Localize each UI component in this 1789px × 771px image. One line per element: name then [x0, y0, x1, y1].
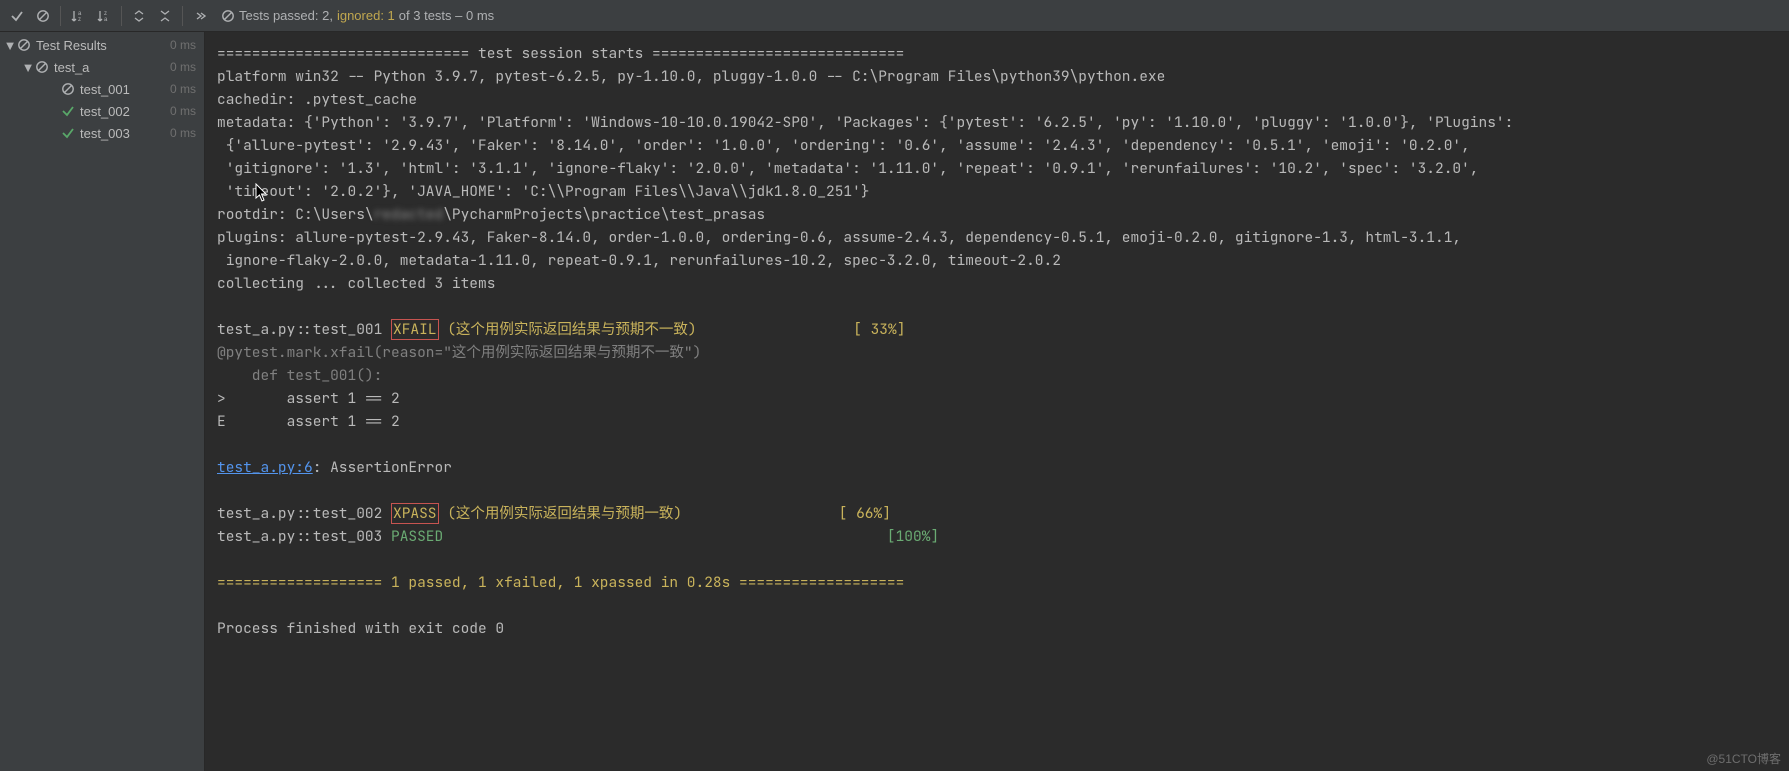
console-line: [100%]: [443, 527, 939, 546]
chevron-down-icon: ▼: [4, 38, 16, 53]
console-line: test_a.py::test_002: [217, 504, 391, 523]
status-text-suffix: of 3 tests – 0 ms: [399, 8, 494, 23]
console-line: (这个用例实际返回结果与预期一致) [ 66%]: [439, 504, 891, 523]
show-ignored-button[interactable]: [30, 3, 56, 29]
pass-icon: [60, 104, 76, 118]
tree-root-row[interactable]: ▼ Test Results 0 ms: [0, 34, 204, 56]
sort-by-duration-button[interactable]: za: [91, 3, 117, 29]
watermark-text: @51CTO博客: [1706, 750, 1781, 767]
tree-test-time: 0 ms: [170, 126, 196, 140]
tree-suite-time: 0 ms: [170, 60, 196, 74]
console-line: def test_001():: [217, 366, 382, 385]
console-exit: Process finished with exit code 0: [217, 619, 504, 638]
console-line: collecting ... collected 3 items: [217, 274, 495, 293]
console-line: @pytest.mark.xfail(reason="这个用例实际返回结果与预期…: [217, 343, 701, 362]
toolbar-separator: [121, 6, 122, 26]
tree-test-time: 0 ms: [170, 104, 196, 118]
tree-suite-row[interactable]: ▼ test_a 0 ms: [0, 56, 204, 78]
console-line: cachedir: .pytest_cache: [217, 90, 417, 109]
console-line: \PycharmProjects\practice\test_prasas: [443, 205, 765, 224]
console-line: > assert 1 == 2: [217, 389, 400, 408]
test-runner-toolbar: az za Tests passed: 2, ignored: 1 of 3 t…: [0, 0, 1789, 32]
console-line: 'gitignore': '1.3', 'html': '3.1.1', 'ig…: [217, 159, 1479, 178]
console-line: rootdir: C:\Users\: [217, 205, 374, 224]
expand-all-button[interactable]: [126, 3, 152, 29]
skip-icon: [34, 60, 50, 74]
console-line: (这个用例实际返回结果与预期不一致) [ 33%]: [439, 320, 906, 339]
main-area: ▼ Test Results 0 ms ▼ test_a 0 ms test_0…: [0, 32, 1789, 771]
tree-test-label: test_002: [80, 104, 170, 119]
test-status-bar: Tests passed: 2, ignored: 1 of 3 tests –…: [221, 8, 494, 23]
toolbar-separator: [60, 6, 61, 26]
show-passed-button[interactable]: [4, 3, 30, 29]
console-line: ignore-flaky-2.0.0, metadata-1.11.0, rep…: [217, 251, 1061, 270]
status-text-prefix: Tests passed: 2,: [239, 8, 333, 23]
console-output[interactable]: ============================= test sessi…: [205, 32, 1789, 771]
skip-icon: [221, 9, 235, 23]
toolbar-separator: [182, 6, 183, 26]
console-line: metadata: {'Python': '3.9.7', 'Platform'…: [217, 113, 1513, 132]
chevron-down-icon: ▼: [22, 60, 34, 75]
tree-test-label: test_001: [80, 82, 170, 97]
svg-text:z: z: [78, 17, 81, 23]
tree-test-label: test_003: [80, 126, 170, 141]
file-link[interactable]: test_a.py:6: [217, 458, 313, 477]
xpass-badge: XPASS: [391, 503, 439, 524]
sort-alphabetically-button[interactable]: az: [65, 3, 91, 29]
console-line: plugins: allure-pytest-2.9.43, Faker-8.1…: [217, 228, 1461, 247]
collapse-all-button[interactable]: [152, 3, 178, 29]
console-line: test_a.py::test_001: [217, 320, 391, 339]
xfail-badge: XFAIL: [391, 319, 439, 340]
pass-icon: [60, 126, 76, 140]
tree-test-row[interactable]: test_003 0 ms: [0, 122, 204, 144]
tree-root-time: 0 ms: [170, 38, 196, 52]
skip-icon: [60, 82, 76, 96]
console-line: 'timeout': '2.0.2'}, 'JAVA_HOME': 'C:\\P…: [217, 182, 870, 201]
console-line: {'allure-pytest': '2.9.43', 'Faker': '8.…: [217, 136, 1470, 155]
status-text-ignored: ignored: 1: [337, 8, 395, 23]
test-tree-panel: ▼ Test Results 0 ms ▼ test_a 0 ms test_0…: [0, 32, 205, 771]
console-line: ============================= test sessi…: [217, 44, 904, 63]
tree-test-row[interactable]: test_002 0 ms: [0, 100, 204, 122]
console-line: : AssertionError: [313, 458, 452, 477]
svg-text:a: a: [104, 17, 108, 23]
tree-test-row[interactable]: test_001 0 ms: [0, 78, 204, 100]
passed-badge: PASSED: [391, 527, 443, 546]
tree-root-label: Test Results: [36, 38, 170, 53]
skip-icon: [16, 38, 32, 52]
console-line: platform win32 -- Python 3.9.7, pytest-6…: [217, 67, 1165, 86]
redacted-text: redacted: [374, 205, 444, 224]
console-line: test_a.py::test_003: [217, 527, 391, 546]
console-line: E assert 1 == 2: [217, 412, 400, 431]
tree-test-time: 0 ms: [170, 82, 196, 96]
console-summary: =================== 1 passed, 1 xfailed,…: [217, 573, 904, 592]
more-toolbar-button[interactable]: [187, 3, 213, 29]
tree-suite-label: test_a: [54, 60, 170, 75]
